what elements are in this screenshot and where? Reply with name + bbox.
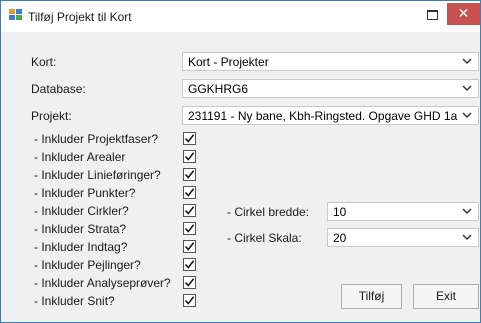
checkmark-icon — [184, 242, 195, 251]
option-label: - Inkluder Linieføringer? — [34, 168, 161, 182]
close-button[interactable]: ✕ — [447, 3, 480, 25]
chevron-down-icon — [462, 208, 472, 214]
projekt-select[interactable]: 231191 - Ny bane, Kbh-Ringsted. Opgave G… — [182, 106, 479, 125]
checkmark-icon — [184, 134, 195, 143]
chevron-down-icon — [462, 234, 472, 240]
checkmark-icon — [184, 152, 195, 161]
option-label: - Inkluder Projektfaser? — [34, 132, 159, 146]
option-label: - Inkluder Arealer — [34, 150, 126, 164]
checkbox-arealer[interactable] — [183, 150, 196, 163]
option-label: - Inkluder Snit? — [34, 294, 115, 308]
cirkel-bredde-label: - Cirkel bredde: — [227, 205, 310, 219]
app-icon — [9, 9, 22, 20]
cirkel-bredde-value: 10 — [333, 205, 347, 219]
cirkel-skala-label: - Cirkel Skala: — [227, 231, 302, 245]
option-label: - Inkluder Cirkler? — [34, 204, 129, 218]
checkbox-linieforinger[interactable] — [183, 168, 196, 181]
checkbox-indtag[interactable] — [183, 240, 196, 253]
checkmark-icon — [184, 206, 195, 215]
window-title: Tilføj Projekt til Kort — [28, 10, 132, 24]
projekt-value: 231191 - Ny bane, Kbh-Ringsted. Opgave G… — [188, 109, 458, 123]
option-label: - Inkluder Pejlinger? — [34, 258, 141, 272]
kort-label: Kort: — [31, 55, 57, 69]
option-label: - Inkluder Analyseprøver? — [34, 276, 171, 290]
checkmark-icon — [184, 296, 195, 305]
checkmark-icon — [184, 188, 195, 197]
maximize-button[interactable] — [419, 3, 445, 25]
close-icon: ✕ — [457, 5, 470, 21]
dialog-body: Kort: Kort - Projekter Database: GGKHRG6… — [1, 32, 480, 322]
checkbox-snit[interactable] — [183, 294, 196, 307]
option-label: - Inkluder Indtag? — [34, 240, 128, 254]
add-button[interactable]: Tilføj — [341, 284, 402, 309]
cirkel-skala-select[interactable]: 20 — [327, 228, 479, 247]
cirkel-bredde-select[interactable]: 10 — [327, 202, 479, 221]
checkbox-projektfaser[interactable] — [183, 132, 196, 145]
database-value: GGKHRG6 — [188, 82, 249, 96]
chevron-down-icon — [462, 58, 472, 64]
dialog-window: Tilføj Projekt til Kort ✕ Kort: Kort - P… — [0, 0, 481, 323]
chevron-down-icon — [462, 112, 472, 118]
option-label: - Inkluder Punkter? — [34, 186, 136, 200]
checkbox-pejlinger[interactable] — [183, 258, 196, 271]
exit-button[interactable]: Exit — [413, 284, 479, 309]
checkmark-icon — [184, 260, 195, 269]
checkbox-punkter[interactable] — [183, 186, 196, 199]
checkbox-strata[interactable] — [183, 222, 196, 235]
chevron-down-icon — [462, 85, 472, 91]
checkmark-icon — [184, 170, 195, 179]
projekt-label: Projekt: — [31, 109, 72, 123]
checkbox-cirkler[interactable] — [183, 204, 196, 217]
checkbox-analyseprover[interactable] — [183, 276, 196, 289]
checkmark-icon — [184, 278, 195, 287]
title-bar[interactable]: Tilføj Projekt til Kort ✕ — [1, 1, 480, 32]
option-label: - Inkluder Strata? — [34, 222, 127, 236]
checkmark-icon — [184, 224, 195, 233]
database-label: Database: — [31, 82, 86, 96]
kort-select[interactable]: Kort - Projekter — [182, 52, 479, 71]
database-select[interactable]: GGKHRG6 — [182, 79, 479, 98]
cirkel-skala-value: 20 — [333, 231, 347, 245]
kort-value: Kort - Projekter — [188, 55, 269, 69]
